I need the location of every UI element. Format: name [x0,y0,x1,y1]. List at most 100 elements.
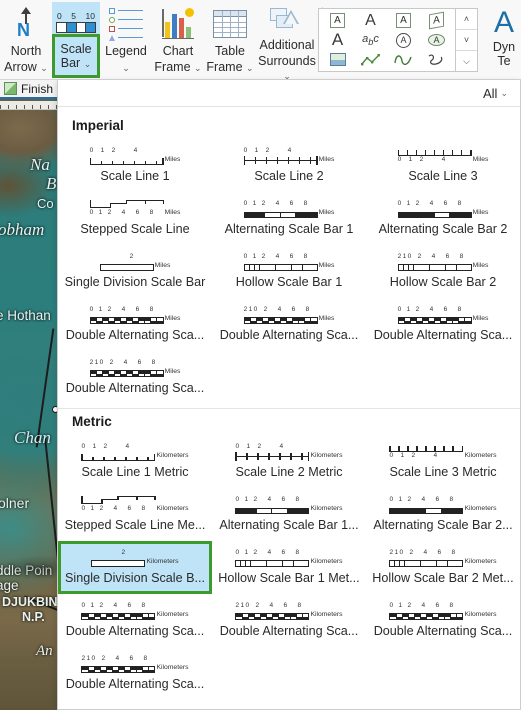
preview-number: 0 [243,200,248,207]
gallery-item[interactable]: 0 1 2 4 6 8 Kilometers Alternating Scale Bar 1.… [212,488,366,541]
gallery-item[interactable]: 0 1 2 4 6 8 Kilometers Hollow Scale Bar 1 Met..… [212,541,366,594]
preview-number: 1 [254,147,259,154]
legend-button[interactable]: Legend ⌄ [100,0,152,76]
scale-bar-preview: 0 1 2 4 6 8 Miles [397,200,488,218]
gallery-item[interactable]: 0 1 2 4 6 8 Miles Stepped Scale Line [58,192,212,245]
preview-unit-label: Kilometers [310,452,343,459]
preview-unit-label: Kilometers [146,558,179,565]
text-circle-icon[interactable]: A [387,30,420,50]
dynamic-text-label-line2: Te [497,54,511,68]
gallery-item[interactable]: 0 1 2 4 Kilometers Scale Line 3 Metric [366,435,520,488]
chevron-down-icon[interactable]: ⌄ [194,63,202,73]
preview-number: 8 [295,549,300,556]
text-gallery-scrollbar[interactable]: ˄ ˅ ⌵ [455,9,477,71]
preview-number: 4 [441,156,446,163]
chart-frame-icon [162,5,197,42]
text-curved-abc-icon[interactable]: abc [354,30,387,50]
preview-unit-label: Miles [318,209,335,216]
preview-unit-label: Miles [318,156,335,163]
preview-unit-label: Miles [164,315,181,322]
gallery-item[interactable]: 0 1 2 4 6 8 Miles Double Alternating Sca... [366,298,520,351]
gallery-item[interactable]: 0 1 2 4 6 8 Miles Double Alternating Sca... [58,298,212,351]
text-large-icon[interactable]: A [321,30,354,50]
north-arrow-button[interactable]: N North Arrow ⌄ [0,0,52,76]
text-boxed-icon[interactable]: A [321,11,354,30]
scale-bar-preview: 0 1 2 4 6 8 Kilometers [389,496,497,514]
gallery-expand-button[interactable]: ⌵ [456,51,477,71]
preview-number: 0 [81,505,86,512]
preview-number: 4 [113,505,118,512]
gallery-item[interactable]: 2 1 0 2 4 6 8 Miles Hollow Scale Bar 2 [366,245,520,298]
spiral-icon[interactable] [420,50,453,69]
gallery-item[interactable]: 0 1 2 4 Kilometers Scale Line 1 Metric [58,435,212,488]
preview-number: 0 [407,253,412,260]
preview-number: 8 [457,200,462,207]
gallery-scroll-up-button[interactable]: ˄ [456,9,477,30]
polyline-icon[interactable] [354,50,387,69]
preview-unit-label: Kilometers [156,505,189,512]
gallery-item-label: Alternating Scale Bar 1... [219,518,359,532]
text-element-gallery[interactable]: A A A A A abc A A ˄ ˅ ⌵ [318,8,478,72]
gallery-item[interactable]: 0 1 2 4 6 8 Miles Alternating Scale Bar 2 [366,192,520,245]
gallery-item[interactable]: 2 1 0 2 4 6 8 Miles Double Alternating Sca... [212,298,366,351]
gallery-item[interactable]: 0 1 2 4 Miles Scale Line 2 [212,139,366,192]
preview-number: 2 [121,549,126,556]
text-tilted-boxed-icon[interactable]: A [420,11,453,30]
gallery-item[interactable]: 2 1 0 2 4 6 8 Miles Double Alternating Sca... [58,351,212,404]
additional-surrounds-button[interactable]: Additional Surrounds ⌄ [256,0,318,81]
preview-number: 0 [397,156,402,163]
gallery-item[interactable]: 2 Miles Single Division Scale Bar [58,245,212,298]
scale-bar-preview: 2 1 0 2 4 6 8 Miles [243,306,334,324]
table-frame-button[interactable]: Table Frame ⌄ [204,0,256,76]
chevron-down-icon[interactable]: ⌄ [122,63,130,73]
preview-number: 4 [267,496,272,503]
chevron-down-icon[interactable]: ⌄ [84,59,92,69]
chart-frame-label-line1: Chart [162,44,194,58]
preview-number: 0 [235,443,240,450]
gallery-item[interactable]: 2 1 0 2 4 6 8 Kilometers Double Alternating Sca.… [212,594,366,647]
curve-icon[interactable] [387,50,420,69]
gallery-section-title: Metric [72,414,112,429]
gallery-scroll-down-button[interactable]: ˅ [456,30,477,51]
chevron-down-icon[interactable]: ⌄ [40,63,48,73]
text-plain-icon[interactable]: A [354,11,387,30]
chevron-down-icon[interactable]: ⌄ [246,63,254,73]
gallery-item[interactable]: 0 1 2 4 Miles Scale Line 1 [58,139,212,192]
preview-number: 0 [81,602,86,609]
ribbon-toolbar: N North Arrow ⌄ Legend ⌄ Chart Frame ⌄ T… [0,0,521,81]
preview-number: 2 [253,549,258,556]
gallery-item[interactable]: 0 1 2 4 6 8 Kilometers Double Alternating Sca..… [366,594,520,647]
map-label: obham [0,220,45,239]
gallery-item[interactable]: 0 1 2 4 6 8 Miles Alternating Scale Bar 1 [212,192,366,245]
chevron-down-icon[interactable]: ⌄ [500,88,508,99]
gallery-item[interactable]: 0 1 2 4 6 8 Kilometers Alternating Scale Bar 2.… [366,488,520,541]
additional-surrounds-label-line1: Additional [259,38,315,52]
scale-bar-gallery-popup[interactable]: All ⌄ Imperial 0 1 2 4 Miles Scale Line 10124M… [57,80,521,710]
gallery-item[interactable]: 2 1 0 2 4 6 8 Kilometers Hollow Scale Bar 2 Met.… [366,541,520,594]
preview-number: 1 [98,306,103,313]
gallery-item[interactable]: 0 1 2 4 Miles Scale Line 3 [366,139,520,192]
preview-number: 4 [113,602,118,609]
preview-number: 8 [143,655,148,662]
scale-bar-dropdown-toggle[interactable]: Scale Bar ⌄ [52,34,100,78]
preview-number: 4 [421,602,426,609]
scale-bar-button[interactable]: 0 5 10 Scale Bar ⌄ [52,2,100,78]
gallery-item[interactable]: 0 1 2 4 6 8 Kilometers Double Alternating Sca..… [58,594,212,647]
gallery-item[interactable]: 0 1 2 4 6 8 Miles Hollow Scale Bar 1 [212,245,366,298]
gallery-filter-dropdown[interactable]: All ⌄ [483,86,508,101]
gallery-item-selected[interactable]: 2 Kilometers Single Division Scale B... [58,541,212,594]
preview-number: 0 [243,147,248,154]
gallery-item[interactable]: 0 1 2 4 Kilometers Scale Line 2 Metric [212,435,366,488]
gallery-item[interactable]: 0 1 2 4 6 8 Kilometers Stepped Scale Line Me... [58,488,212,541]
dynamic-text-button[interactable]: A Dyn Te [482,6,521,68]
gallery-item[interactable]: 2 1 0 2 4 6 8 Kilometers Double Alternating Sca.… [58,647,212,700]
gallery-item-label: Hollow Scale Bar 2 Met... [372,571,514,585]
preview-number: 1 [90,602,95,609]
gallery-item-label: Double Alternating Sca... [65,381,205,395]
text-ellipse-icon[interactable]: A [420,30,453,50]
chart-frame-button[interactable]: Chart Frame ⌄ [152,0,204,76]
text-boxed-2-icon[interactable]: A [387,11,420,30]
picture-icon[interactable] [321,50,354,69]
additional-surrounds-icon [270,6,304,36]
preview-number: 6 [281,549,286,556]
